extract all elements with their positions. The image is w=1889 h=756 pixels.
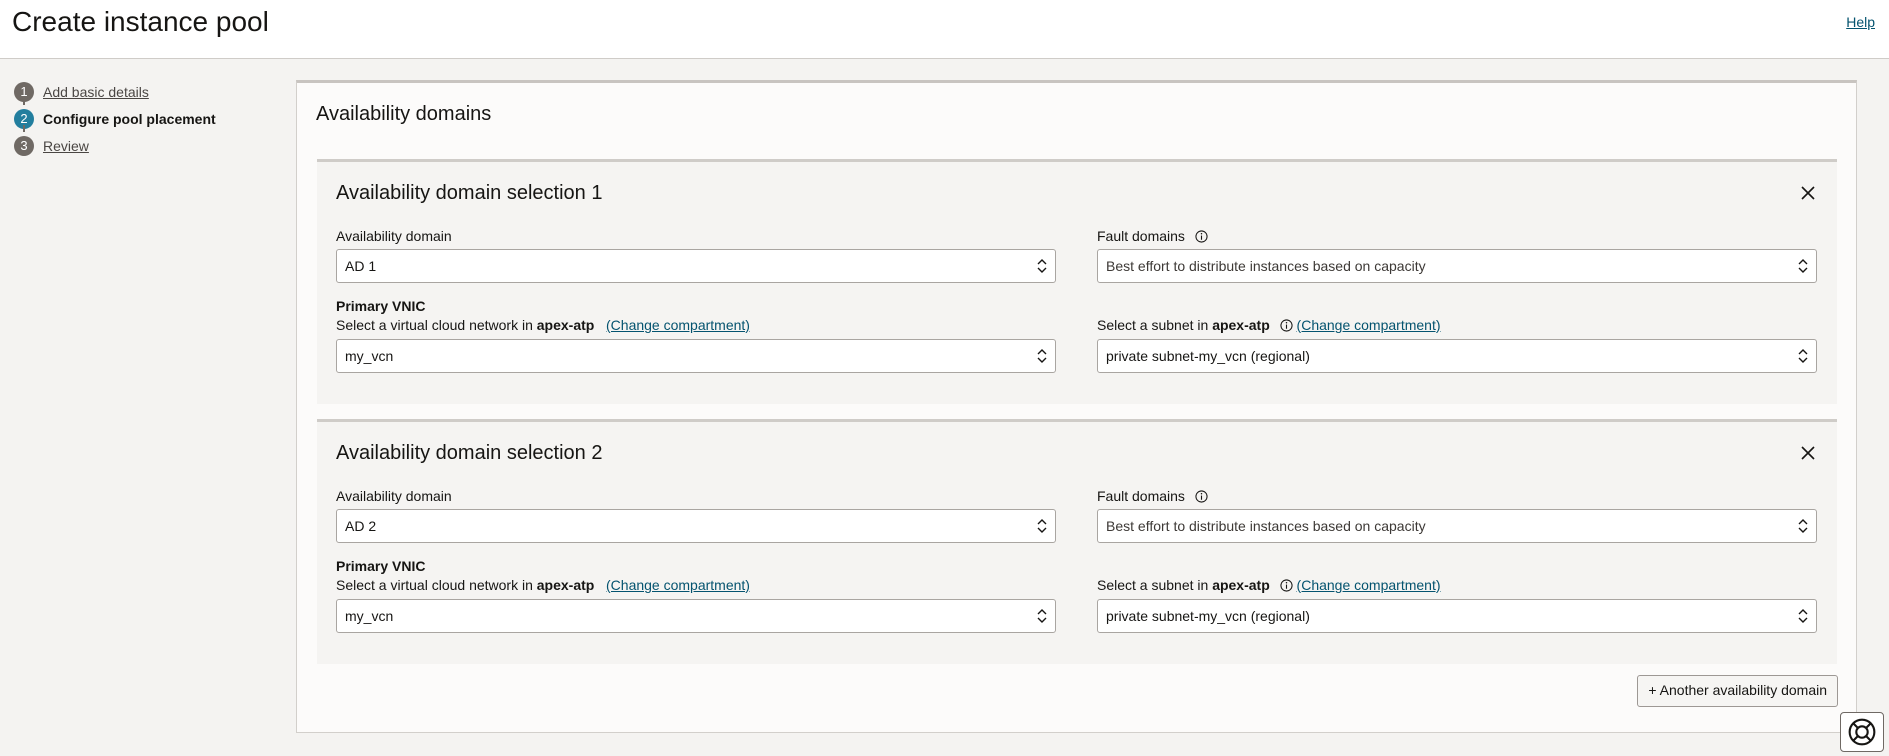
change-compartment-link[interactable]: (Change compartment) bbox=[606, 317, 750, 333]
step-label[interactable]: Review bbox=[43, 138, 89, 154]
page-title: Create instance pool bbox=[12, 6, 269, 37]
wizard-steps: 1 Add basic details 2 Configure pool pla… bbox=[14, 78, 216, 159]
chevron-updown-icon bbox=[1037, 259, 1047, 273]
subnet-select[interactable]: private subnet-my_vcn (regional) bbox=[1097, 339, 1817, 373]
close-icon[interactable] bbox=[1799, 184, 1817, 202]
vcn-select[interactable]: my_vcn bbox=[336, 599, 1056, 633]
chevron-updown-icon bbox=[1798, 609, 1808, 623]
compartment-name: apex-atp bbox=[1212, 317, 1270, 333]
availability-domains-panel: Availability domains Availability domain… bbox=[296, 80, 1857, 733]
step-configure-pool-placement: 2 Configure pool placement bbox=[14, 105, 216, 132]
compartment-name: apex-atp bbox=[1212, 577, 1270, 593]
step-connector bbox=[23, 98, 25, 105]
help-link[interactable]: Help bbox=[1846, 14, 1875, 30]
subnet-select[interactable]: private subnet-my_vcn (regional) bbox=[1097, 599, 1817, 633]
subnet-label: Select a subnet in apex-atp (Change comp… bbox=[1097, 317, 1441, 333]
vcn-value: my_vcn bbox=[345, 348, 394, 364]
ad-selection-card: Availability domain selection 1 Availabi… bbox=[317, 159, 1837, 404]
chevron-updown-icon bbox=[1798, 349, 1808, 363]
availability-domain-select[interactable]: AD 1 bbox=[336, 249, 1056, 283]
compartment-name: apex-atp bbox=[536, 577, 595, 593]
step-label[interactable]: Add basic details bbox=[43, 84, 149, 100]
fault-domains-select[interactable]: Best effort to distribute instances base… bbox=[1097, 509, 1817, 543]
vcn-label-text: Select a virtual cloud network in bbox=[336, 577, 533, 593]
subnet-label: Select a subnet in apex-atp (Change comp… bbox=[1097, 577, 1441, 593]
fault-domains-value: Best effort to distribute instances base… bbox=[1106, 258, 1426, 274]
fault-domains-label: Fault domains bbox=[1097, 228, 1208, 244]
subnet-value: private subnet-my_vcn (regional) bbox=[1106, 608, 1310, 624]
change-compartment-link[interactable]: (Change compartment) bbox=[1297, 577, 1441, 593]
availability-domain-label: Availability domain bbox=[336, 228, 452, 244]
vcn-label: Select a virtual cloud network in apex-a… bbox=[336, 577, 750, 593]
step-connector bbox=[23, 125, 25, 132]
ad-selection-title: Availability domain selection 1 bbox=[336, 182, 603, 204]
vcn-value: my_vcn bbox=[345, 608, 394, 624]
chevron-updown-icon bbox=[1037, 519, 1047, 533]
chevron-updown-icon bbox=[1037, 349, 1047, 363]
fault-domains-label: Fault domains bbox=[1097, 488, 1208, 504]
lifebuoy-icon bbox=[1848, 718, 1876, 746]
change-compartment-link[interactable]: (Change compartment) bbox=[1297, 317, 1441, 333]
info-icon[interactable] bbox=[1195, 490, 1208, 503]
availability-domain-label: Availability domain bbox=[336, 488, 452, 504]
ad-selection-card: Availability domain selection 2 Availabi… bbox=[317, 419, 1837, 664]
subnet-label-text: Select a subnet in bbox=[1097, 317, 1209, 333]
info-icon[interactable] bbox=[1280, 319, 1293, 332]
step-number: 3 bbox=[14, 135, 34, 156]
subnet-value: private subnet-my_vcn (regional) bbox=[1106, 348, 1310, 364]
availability-domain-value: AD 1 bbox=[345, 258, 377, 274]
chevron-updown-icon bbox=[1798, 519, 1808, 533]
primary-vnic-label: Primary VNIC bbox=[336, 558, 426, 574]
fault-domains-text: Fault domains bbox=[1097, 488, 1185, 504]
fault-domains-text: Fault domains bbox=[1097, 228, 1185, 244]
availability-domain-value: AD 2 bbox=[345, 518, 377, 534]
chevron-updown-icon bbox=[1037, 609, 1047, 623]
info-icon[interactable] bbox=[1280, 579, 1293, 592]
page-header: Create instance pool Help bbox=[0, 0, 1889, 59]
fault-domains-select[interactable]: Best effort to distribute instances base… bbox=[1097, 249, 1817, 283]
availability-domain-select[interactable]: AD 2 bbox=[336, 509, 1056, 543]
section-title: Availability domains bbox=[316, 103, 492, 125]
vcn-label: Select a virtual cloud network in apex-a… bbox=[336, 317, 750, 333]
step-add-basic-details[interactable]: 1 Add basic details bbox=[14, 78, 216, 105]
change-compartment-link[interactable]: (Change compartment) bbox=[606, 577, 750, 593]
info-icon[interactable] bbox=[1195, 230, 1208, 243]
step-label: Configure pool placement bbox=[43, 110, 216, 127]
step-review[interactable]: 3 Review bbox=[14, 132, 216, 159]
vcn-select[interactable]: my_vcn bbox=[336, 339, 1056, 373]
add-availability-domain-button[interactable]: + Another availability domain bbox=[1637, 675, 1838, 707]
close-icon[interactable] bbox=[1799, 444, 1817, 462]
subnet-label-text: Select a subnet in bbox=[1097, 577, 1209, 593]
chevron-updown-icon bbox=[1798, 259, 1808, 273]
ad-selection-title: Availability domain selection 2 bbox=[336, 442, 603, 464]
compartment-name: apex-atp bbox=[536, 317, 595, 333]
primary-vnic-label: Primary VNIC bbox=[336, 298, 426, 314]
fault-domains-value: Best effort to distribute instances base… bbox=[1106, 518, 1426, 534]
vcn-label-text: Select a virtual cloud network in bbox=[336, 317, 533, 333]
help-widget[interactable] bbox=[1840, 712, 1884, 752]
